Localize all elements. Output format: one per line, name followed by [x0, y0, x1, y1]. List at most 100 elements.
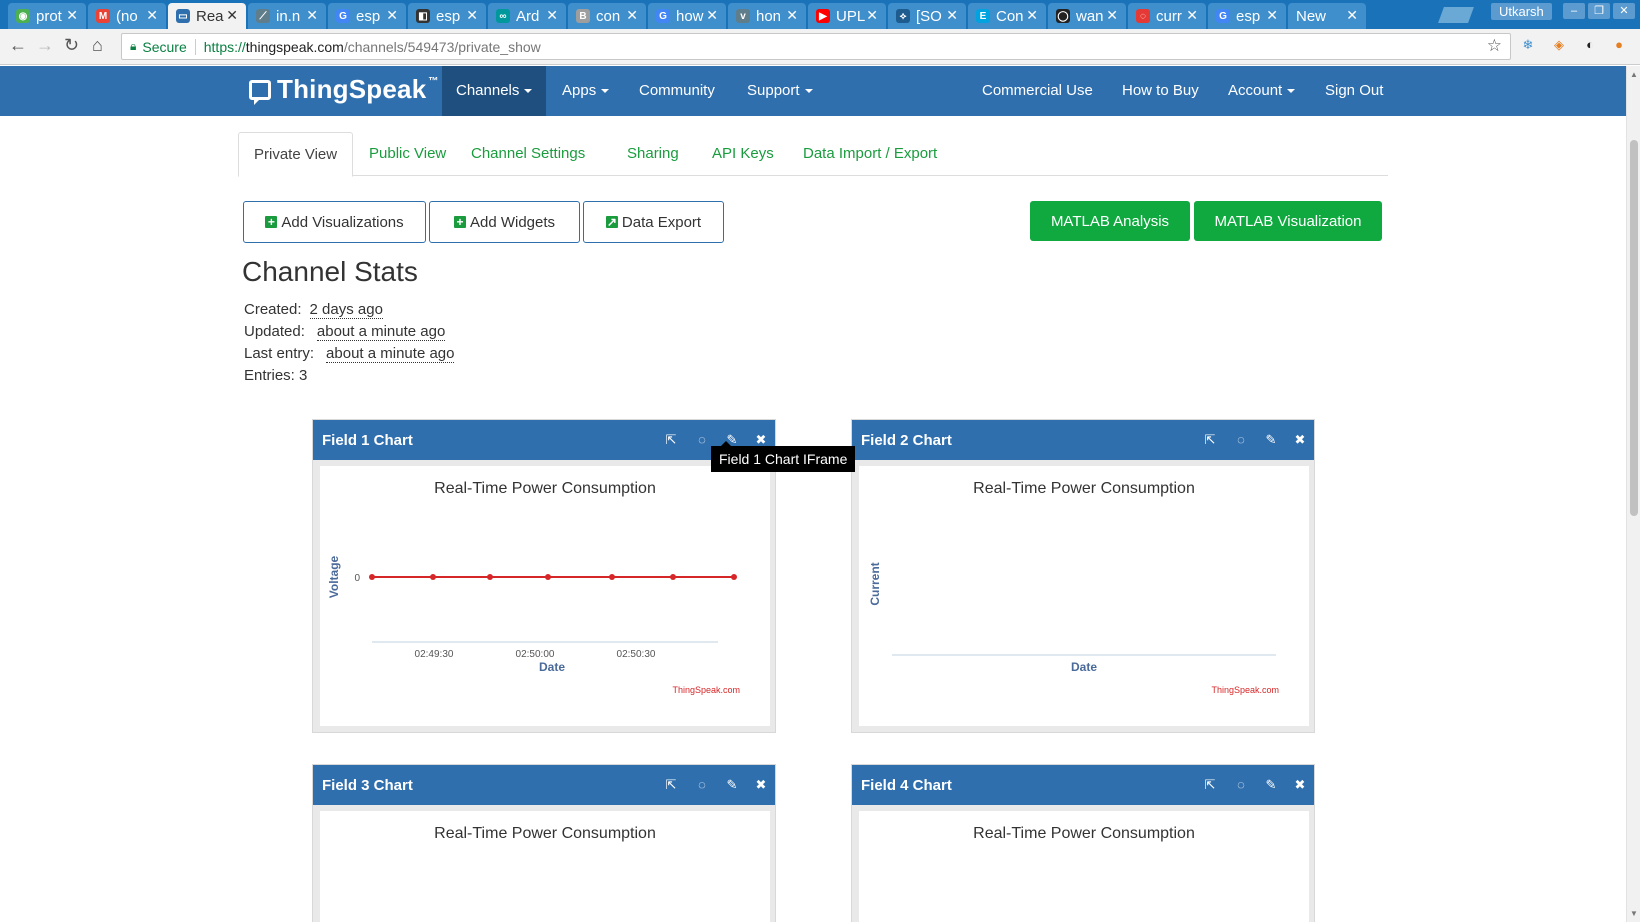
x-tick-label: 02:50:00 — [516, 649, 555, 660]
address-bar[interactable]: 🔒︎ Secure https://thingspeak.com/channel… — [121, 33, 1511, 60]
scroll-up-icon[interactable]: ▲ — [1630, 70, 1638, 79]
tab-private-view[interactable]: Private View — [238, 132, 354, 177]
browser-tab[interactable]: v hon ✕ — [728, 3, 806, 29]
tab-close-icon[interactable]: ✕ — [626, 7, 638, 24]
tab-close-icon[interactable]: ✕ — [466, 7, 478, 24]
snowflake-extension-icon[interactable]: ❄ — [1520, 37, 1536, 53]
back-icon[interactable]: ← — [9, 35, 27, 56]
nav-sign-out[interactable]: Sign Out — [1311, 66, 1397, 116]
caret-down-icon — [601, 89, 610, 94]
tab-close-icon[interactable]: ✕ — [1186, 7, 1198, 24]
pencil-icon[interactable]: ✎ — [1263, 432, 1279, 448]
close-icon[interactable]: ✖ — [1292, 432, 1308, 448]
new-tab-button[interactable] — [1438, 7, 1474, 23]
browser-tab[interactable]: Bcon ✕ — [568, 3, 646, 29]
home-icon[interactable]: ⌂ — [92, 35, 103, 56]
fox-extension-icon[interactable]: ◈ — [1551, 37, 1567, 53]
nav-how-to-buy[interactable]: How to Buy — [1108, 66, 1213, 116]
data-export-button[interactable]: ↗ Data Export — [583, 201, 724, 243]
comment-icon[interactable]: ◌ — [1233, 432, 1249, 447]
orange-extension-icon[interactable]: ● — [1611, 37, 1627, 53]
bookmark-star-icon[interactable]: ☆ — [1487, 36, 1502, 56]
comment-icon[interactable]: ◌ — [694, 777, 710, 792]
browser-tab[interactable]: Gesp ✕ — [1208, 3, 1286, 29]
chart-credit[interactable]: ThingSpeak.com — [672, 685, 740, 695]
forward-icon[interactable]: → — [36, 35, 54, 56]
pencil-icon[interactable]: ✎ — [724, 777, 740, 793]
close-icon[interactable]: ✖ — [1292, 777, 1308, 793]
tab-close-icon[interactable]: ✕ — [226, 7, 238, 24]
browser-tab[interactable]: ◌ curr ✕ — [1128, 3, 1206, 29]
external-link-icon[interactable]: ⇱ — [663, 777, 679, 793]
browser-tab[interactable]: New T ✕ — [1288, 3, 1366, 29]
favicon-icon: M — [96, 9, 110, 23]
url-path: /channels/549473/private_show — [343, 38, 541, 55]
profile-name[interactable]: Utkarsh — [1491, 3, 1552, 20]
tab-api-keys[interactable]: API Keys — [697, 132, 789, 176]
nav-support[interactable]: Support — [733, 66, 827, 116]
nav-channels[interactable]: Channels — [442, 66, 547, 116]
browser-tab[interactable]: ▭ Rea ✕ — [168, 3, 246, 29]
dark-extension-icon[interactable]: ◐ — [1582, 37, 1598, 53]
chart-credit[interactable]: ThingSpeak.com — [1211, 685, 1279, 695]
external-link-icon[interactable]: ⇱ — [1202, 777, 1218, 793]
pencil-icon[interactable]: ✎ — [1263, 777, 1279, 793]
browser-tab[interactable]: ∞ Ard ✕ — [488, 3, 566, 29]
tab-sharing[interactable]: Sharing — [612, 132, 694, 176]
thingspeak-logo[interactable]: ThingSpeak ™ — [249, 74, 438, 105]
reload-icon[interactable]: ↻ — [64, 35, 79, 56]
tab-close-icon[interactable]: ✕ — [1106, 7, 1118, 24]
browser-tab[interactable]: ▶ UPL ✕ — [808, 3, 886, 29]
nav-commercial-use[interactable]: Commercial Use — [968, 66, 1107, 116]
nav-account[interactable]: Account — [1214, 66, 1309, 116]
tab-public-view[interactable]: Public View — [354, 132, 461, 176]
comment-icon[interactable]: ◌ — [694, 432, 710, 447]
data-point — [430, 574, 436, 580]
browser-tab[interactable]: ⟋ in.n ✕ — [248, 3, 326, 29]
close-icon[interactable]: ✖ — [753, 777, 769, 793]
tab-close-icon[interactable]: ✕ — [1026, 7, 1038, 24]
tab-close-icon[interactable]: ✕ — [146, 7, 158, 24]
tab-close-icon[interactable]: ✕ — [1266, 7, 1278, 24]
browser-tab[interactable]: ⟡ [SO ✕ — [888, 3, 966, 29]
external-link-icon[interactable]: ⇱ — [663, 432, 679, 448]
browser-tab-label: [SO — [916, 7, 942, 25]
tab-close-icon[interactable]: ✕ — [946, 7, 958, 24]
page-scrollbar[interactable]: ▲ ▼ — [1626, 66, 1640, 922]
data-point — [369, 574, 375, 580]
browser-tab[interactable]: Ghow ✕ — [648, 3, 726, 29]
field-1-chart-card: Field 1 Chart ⇱ ◌ ✎ ✖ Real-Time Power Co… — [312, 419, 776, 733]
browser-tab[interactable]: ◉ prot ✕ — [8, 3, 86, 29]
matlab-visualization-button[interactable]: MATLAB Visualization — [1194, 201, 1382, 241]
window-close-icon[interactable]: ✕ — [1613, 3, 1635, 19]
browser-tab[interactable]: E Con ✕ — [968, 3, 1046, 29]
comment-icon[interactable]: ◌ — [1233, 777, 1249, 792]
tab-close-icon[interactable]: ✕ — [386, 7, 398, 24]
tab-close-icon[interactable]: ✕ — [706, 7, 718, 24]
tab-close-icon[interactable]: ✕ — [66, 7, 78, 24]
tab-close-icon[interactable]: ✕ — [866, 7, 878, 24]
minimize-icon[interactable]: – — [1563, 3, 1585, 19]
browser-tab[interactable]: ◧ esp ✕ — [408, 3, 486, 29]
tab-close-icon[interactable]: ✕ — [546, 7, 558, 24]
tab-channel-settings[interactable]: Channel Settings — [456, 132, 600, 176]
external-link-icon[interactable]: ⇱ — [1202, 432, 1218, 448]
browser-tab[interactable]: Gesp ✕ — [328, 3, 406, 29]
tab-data-import-export[interactable]: Data Import / Export — [788, 132, 952, 176]
tab-close-icon[interactable]: ✕ — [306, 7, 318, 24]
y-axis-label: Voltage — [327, 555, 341, 598]
favicon-icon: G — [1216, 9, 1230, 23]
matlab-analysis-button[interactable]: MATLAB Analysis — [1030, 201, 1190, 241]
browser-tab[interactable]: ◯ wan ✕ — [1048, 3, 1126, 29]
browser-tab-strip: ◉ prot ✕ M (no ✕ ▭ Rea ✕ ⟋ in.n ✕ Gesp ✕ ◧ esp ✕ ∞ Ard ✕ Bco… — [0, 0, 1640, 29]
tab-close-icon[interactable]: ✕ — [1346, 7, 1358, 24]
restore-icon[interactable]: ❐ — [1588, 3, 1610, 19]
nav-apps[interactable]: Apps — [548, 66, 623, 116]
browser-tab[interactable]: M (no ✕ — [88, 3, 166, 29]
scroll-down-icon[interactable]: ▼ — [1630, 909, 1638, 918]
scrollbar-thumb[interactable] — [1630, 140, 1638, 516]
add-widgets-button[interactable]: + Add Widgets — [429, 201, 580, 243]
tab-close-icon[interactable]: ✕ — [786, 7, 798, 24]
add-visualizations-button[interactable]: + Add Visualizations — [243, 201, 426, 243]
nav-community[interactable]: Community — [625, 66, 729, 116]
